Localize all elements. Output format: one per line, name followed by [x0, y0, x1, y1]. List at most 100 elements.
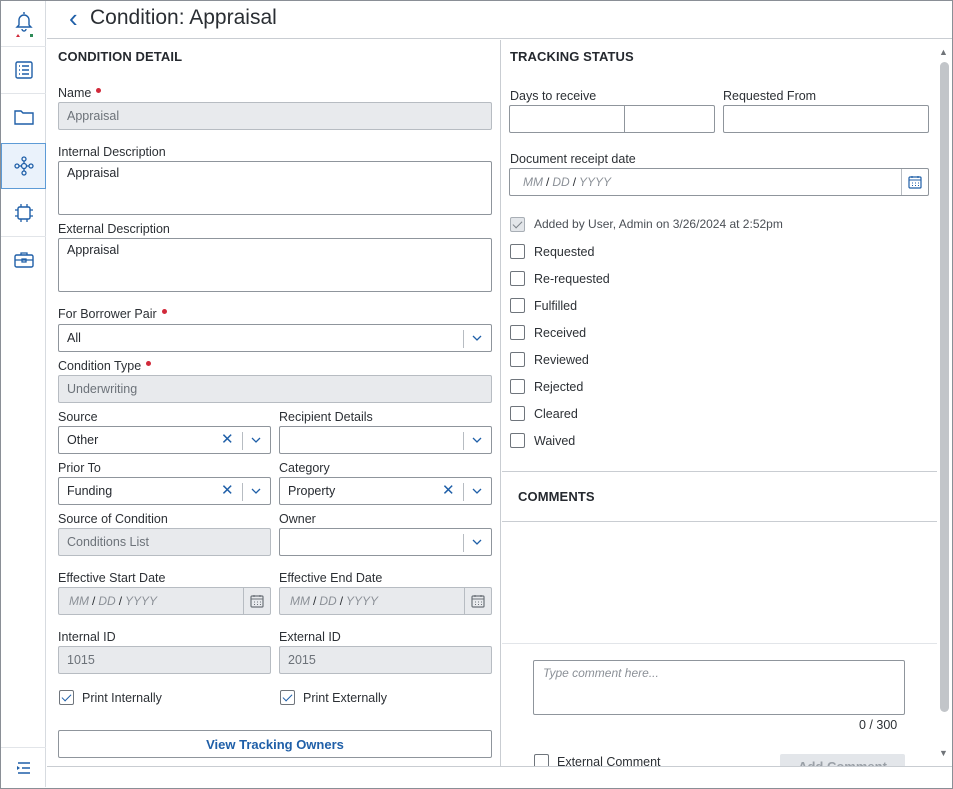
calendar-icon: [908, 176, 922, 189]
back-chevron-icon[interactable]: ‹: [69, 3, 78, 33]
bell-icon: [14, 12, 33, 37]
clear-source-icon[interactable]: ✕: [221, 431, 234, 449]
section-divider: [502, 471, 937, 472]
status-checkbox-cleared[interactable]: [510, 406, 525, 421]
recipient-details-select[interactable]: [279, 426, 492, 454]
status-checkbox-requested[interactable]: [510, 244, 525, 259]
status-checkbox-reviewed[interactable]: [510, 352, 525, 367]
external-id-field: 2015: [279, 646, 492, 674]
document-receipt-date-input[interactable]: MM / DD / YYYY: [509, 168, 929, 196]
clear-category-icon[interactable]: ✕: [442, 482, 455, 500]
required-indicator: [161, 309, 167, 314]
conditions-nav-button[interactable]: [1, 143, 46, 189]
scroll-up-arrow-icon[interactable]: ▲: [939, 47, 948, 57]
chevron-down-icon[interactable]: [469, 432, 485, 448]
dropdown-divider: [463, 432, 464, 450]
prior-to-value: Funding: [67, 484, 113, 498]
category-label: Category: [279, 461, 330, 475]
source-select[interactable]: Other ✕: [58, 426, 271, 454]
calendar-icon: [471, 595, 485, 608]
category-select[interactable]: Property ✕: [279, 477, 492, 505]
external-description-textarea[interactable]: Appraisal: [58, 238, 492, 292]
services-nav-button[interactable]: [1, 190, 46, 236]
documents-nav-button[interactable]: [1, 94, 46, 140]
status-label: Requested: [534, 245, 595, 259]
status-checkbox-received[interactable]: [510, 325, 525, 340]
borrower-pair-label: For Borrower Pair: [58, 307, 167, 321]
scroll-down-arrow-icon[interactable]: ▼: [939, 748, 948, 758]
date-placeholder: MM / DD / YYYY: [69, 594, 158, 608]
scrollbar-thumb[interactable]: [940, 62, 949, 712]
external-comment-label: External Comment: [557, 755, 661, 766]
print-externally-checkbox[interactable]: [280, 690, 295, 705]
internal-id-label: Internal ID: [58, 630, 116, 644]
borrower-pair-value: All: [67, 331, 81, 345]
print-externally-label: Print Externally: [303, 691, 388, 705]
chevron-down-icon[interactable]: [469, 330, 485, 346]
expand-menu-button[interactable]: [1, 748, 46, 788]
print-internally-label: Print Internally: [82, 691, 162, 705]
list-document-icon: [14, 61, 33, 79]
status-label: Rejected: [534, 380, 584, 394]
owner-label: Owner: [279, 512, 316, 526]
chevron-down-icon[interactable]: [469, 483, 485, 499]
page-header: ‹ Condition: Appraisal: [47, 1, 952, 39]
source-value: Other: [67, 433, 99, 447]
effective-end-date-field: MM / DD / YYYY: [279, 587, 492, 615]
document-receipt-date-label: Document receipt date: [510, 152, 636, 166]
name-label: Name: [58, 86, 102, 100]
add-comment-button[interactable]: Add Comment: [780, 754, 905, 766]
condition-detail-panel: CONDITION DETAIL Name Appraisal Internal…: [47, 40, 501, 766]
status-checkbox-waived[interactable]: [510, 433, 525, 448]
chevron-down-icon[interactable]: [248, 483, 264, 499]
source-of-condition-label: Source of Condition: [58, 512, 168, 526]
pipeline-nav-button[interactable]: [1, 47, 46, 93]
section-divider: [502, 521, 937, 522]
external-comment-checkbox[interactable]: [534, 754, 549, 766]
chevron-down-icon[interactable]: [248, 432, 264, 448]
status-checkbox-rejected[interactable]: [510, 379, 525, 394]
view-tracking-owners-button[interactable]: View Tracking Owners: [58, 730, 492, 758]
internal-id-field: 1015: [58, 646, 271, 674]
tracking-status-title: TRACKING STATUS: [510, 49, 634, 64]
date-placeholder: MM / DD / YYYY: [290, 594, 379, 608]
calendar-icon: [250, 595, 264, 608]
required-indicator: [96, 88, 102, 93]
source-of-condition-field: Conditions List: [58, 528, 271, 556]
requested-from-input[interactable]: [723, 105, 929, 133]
chevron-down-icon[interactable]: [469, 534, 485, 550]
dropdown-divider: [463, 330, 464, 348]
requested-from-label: Requested From: [723, 89, 817, 103]
status-label: Received: [534, 326, 587, 340]
end-date-calendar-button: [464, 588, 491, 614]
comment-char-counter: 0 / 300: [859, 718, 898, 732]
tools-nav-button[interactable]: [1, 237, 46, 283]
status-label: Reviewed: [534, 353, 589, 367]
left-nav-rail: [1, 1, 46, 787]
briefcase-icon: [13, 252, 34, 268]
external-description-value: Appraisal: [67, 243, 120, 257]
owner-select[interactable]: [279, 528, 492, 556]
effective-start-date-field: MM / DD / YYYY: [58, 587, 271, 615]
receipt-date-calendar-button[interactable]: [901, 169, 928, 195]
added-checkbox: [510, 217, 525, 232]
external-description-label: External Description: [58, 222, 170, 236]
dropdown-divider: [463, 483, 464, 501]
notifications-button[interactable]: [1, 1, 46, 47]
print-internally-checkbox[interactable]: [59, 690, 74, 705]
days-to-receive-input[interactable]: [509, 105, 715, 133]
prior-to-select[interactable]: Funding ✕: [58, 477, 271, 505]
comment-textarea[interactable]: Type comment here...: [533, 660, 905, 715]
clear-prior-to-icon[interactable]: ✕: [221, 482, 234, 500]
borrower-pair-select[interactable]: All: [58, 324, 492, 352]
name-value: Appraisal: [67, 109, 120, 123]
prior-to-label: Prior To: [58, 461, 101, 475]
status-checkbox-re-requested[interactable]: [510, 271, 525, 286]
internal-description-textarea[interactable]: Appraisal: [58, 161, 492, 215]
category-value: Property: [288, 484, 336, 498]
dropdown-divider: [242, 483, 243, 501]
status-checkbox-fulfilled[interactable]: [510, 298, 525, 313]
effective-start-date-label: Effective Start Date: [58, 571, 166, 585]
right-panel: TRACKING STATUS Days to receive Requeste…: [502, 40, 937, 766]
start-date-calendar-button: [243, 588, 270, 614]
